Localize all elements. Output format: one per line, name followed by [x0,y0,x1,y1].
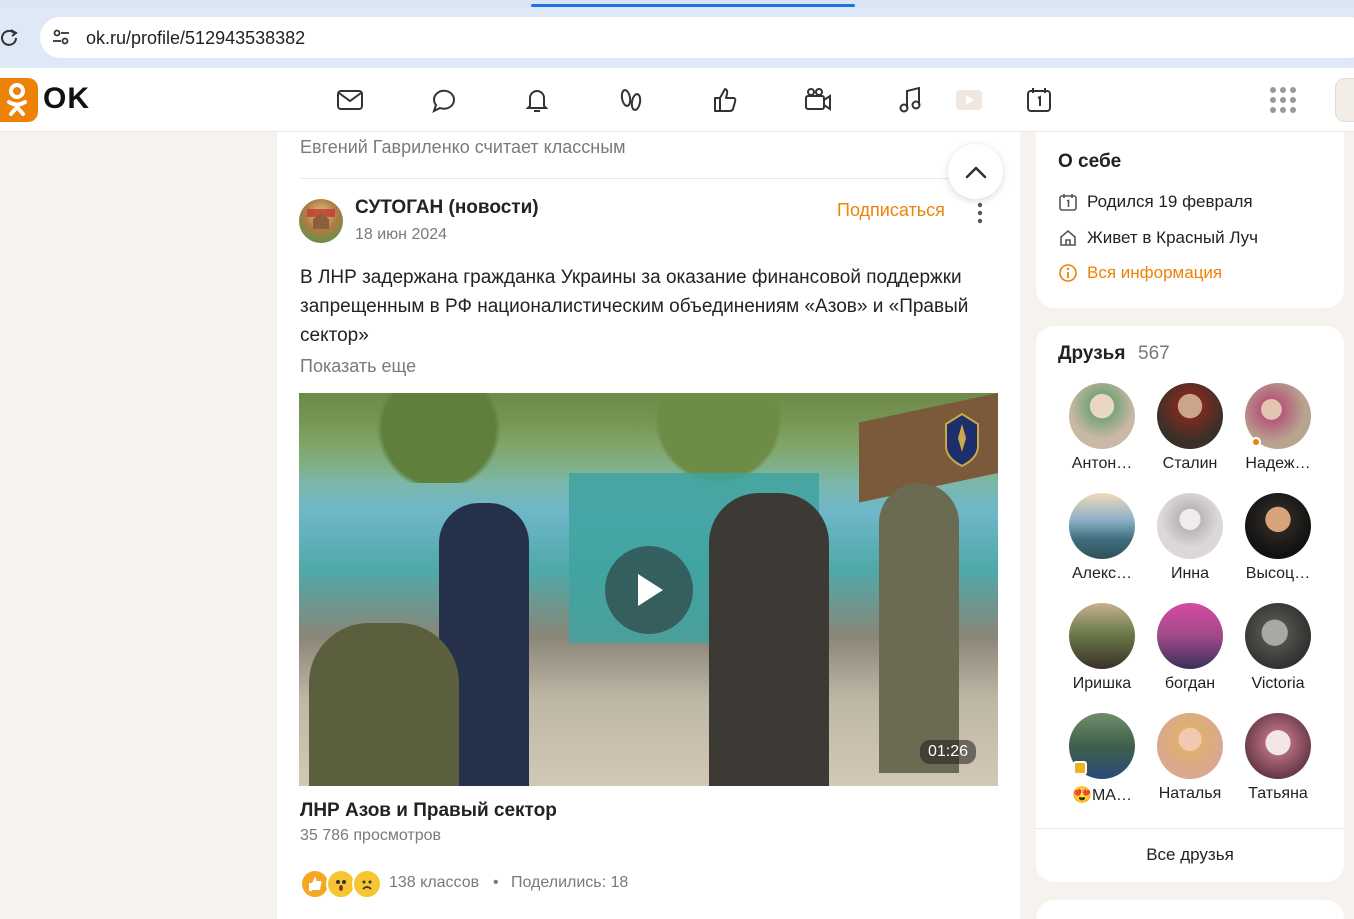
show-more-link[interactable]: Показать еще [300,356,416,377]
play-icon[interactable] [951,82,987,118]
friend-name[interactable]: Иришка [1058,675,1146,693]
friend-avatar[interactable] [1069,383,1135,449]
divider [300,178,998,179]
url-text[interactable]: ok.ru/profile/512943538382 [86,27,305,49]
shares-count[interactable]: Поделились: 18 [511,874,628,892]
badge-icon [1073,761,1087,775]
friend-item[interactable]: Алекс… [1058,493,1146,583]
notifications-icon[interactable] [519,82,555,118]
birthday-text: Родился 19 февраля [1087,192,1253,211]
friend-avatar[interactable] [1245,493,1311,559]
video-frame-person [879,483,959,773]
sad-reaction-icon [352,869,382,899]
friend-item[interactable]: Наталья [1146,713,1234,803]
friend-name[interactable]: Надеж… [1234,455,1322,473]
all-info-link[interactable]: Вся информация [1058,263,1222,283]
calendar-icon [1059,194,1077,211]
music-icon[interactable] [893,82,929,118]
online-indicator [1251,437,1261,447]
friend-name[interactable]: Victoria [1234,675,1322,693]
subscribe-button[interactable]: Подписаться [837,200,945,221]
friend-avatar[interactable] [1157,383,1223,449]
calendar-icon[interactable] [1021,82,1057,118]
post-text: В ЛНР задержана гражданка Украины за ока… [300,267,969,346]
reload-icon[interactable] [0,27,20,49]
all-friends-link[interactable]: Все друзья [1036,845,1344,865]
friend-avatar[interactable] [1157,493,1223,559]
logo-text[interactable]: OK [43,82,90,116]
friend-avatar[interactable] [1157,603,1223,669]
video-frame-person [309,623,459,786]
friend-name[interactable]: богдан [1146,675,1234,693]
friend-name[interactable]: Наталья [1146,785,1234,803]
messages-icon[interactable] [332,82,368,118]
home-icon [1060,229,1076,246]
scroll-to-top-button[interactable] [948,144,1003,199]
birthday-row: Родился 19 февраля [1058,192,1253,212]
likes-count[interactable]: 138 классов [389,874,479,892]
friend-name[interactable]: Высоц… [1234,565,1322,583]
friend-item[interactable]: богдан [1146,603,1234,693]
friend-avatar[interactable] [1245,603,1311,669]
discussions-icon[interactable] [426,82,462,118]
post-date[interactable]: 18 июн 2024 [355,226,447,244]
apps-grid-icon[interactable] [1268,85,1298,115]
friend-item[interactable]: Сталин [1146,383,1234,473]
friend-avatar[interactable] [1069,493,1135,559]
friends-title[interactable]: Друзья [1058,343,1125,365]
ok-logo-icon[interactable] [0,78,38,122]
friend-avatar[interactable] [1245,383,1311,449]
video-views: 35 786 просмотров [300,827,442,844]
liker-text[interactable]: Евгений Гавриленко считает классным [300,137,626,158]
guests-icon[interactable] [613,82,649,118]
friend-name[interactable]: 😍МА… [1058,785,1146,805]
site-info-icon[interactable] [51,27,71,47]
reactions[interactable] [300,869,385,899]
city-text: Живет в Красный Луч [1087,228,1259,247]
about-title: О себе [1058,151,1122,172]
video-frame-person [709,493,829,786]
group-avatar[interactable] [299,199,343,243]
friend-avatar[interactable] [1245,713,1311,779]
video-title[interactable]: ЛНР Азов и Правый сектор [300,800,557,822]
friend-item[interactable]: 😍МА… [1058,713,1146,805]
separator: • [493,874,499,891]
friend-name[interactable]: Алекс… [1058,565,1146,583]
play-button[interactable] [605,546,693,634]
friend-item[interactable]: Victoria [1234,603,1322,693]
friend-name[interactable]: Сталин [1146,455,1234,473]
friend-item[interactable]: Татьяна [1234,713,1322,803]
friend-item[interactable]: Иришка [1058,603,1146,693]
friend-item[interactable]: Высоц… [1234,493,1322,583]
group-name[interactable]: СУТОГАН (новости) [355,197,539,219]
friend-item[interactable]: Антон… [1058,383,1146,473]
friend-name[interactable]: Инна [1146,565,1234,583]
video-icon[interactable] [800,82,836,118]
friend-name[interactable]: Антон… [1058,455,1146,473]
city-row: Живет в Красный Луч [1058,228,1258,248]
friend-name[interactable]: Татьяна [1234,785,1322,803]
next-card [1036,900,1344,919]
marks-icon[interactable] [707,82,743,118]
friend-item[interactable]: Надеж… [1234,383,1322,473]
friend-avatar[interactable] [1157,713,1223,779]
friend-avatar[interactable] [1069,713,1135,779]
more-options-icon[interactable] [970,200,990,226]
divider [1036,828,1344,829]
info-icon [1059,264,1077,282]
all-info-text[interactable]: Вся информация [1087,263,1222,283]
emblem-icon [942,412,982,468]
video-duration: 01:26 [920,740,977,764]
active-tab-indicator[interactable] [531,4,855,7]
user-avatar[interactable] [1335,78,1354,122]
friend-avatar[interactable] [1069,603,1135,669]
site-header: OK [0,68,1354,132]
friends-count[interactable]: 567 [1138,343,1170,365]
friend-item[interactable]: Инна [1146,493,1234,583]
